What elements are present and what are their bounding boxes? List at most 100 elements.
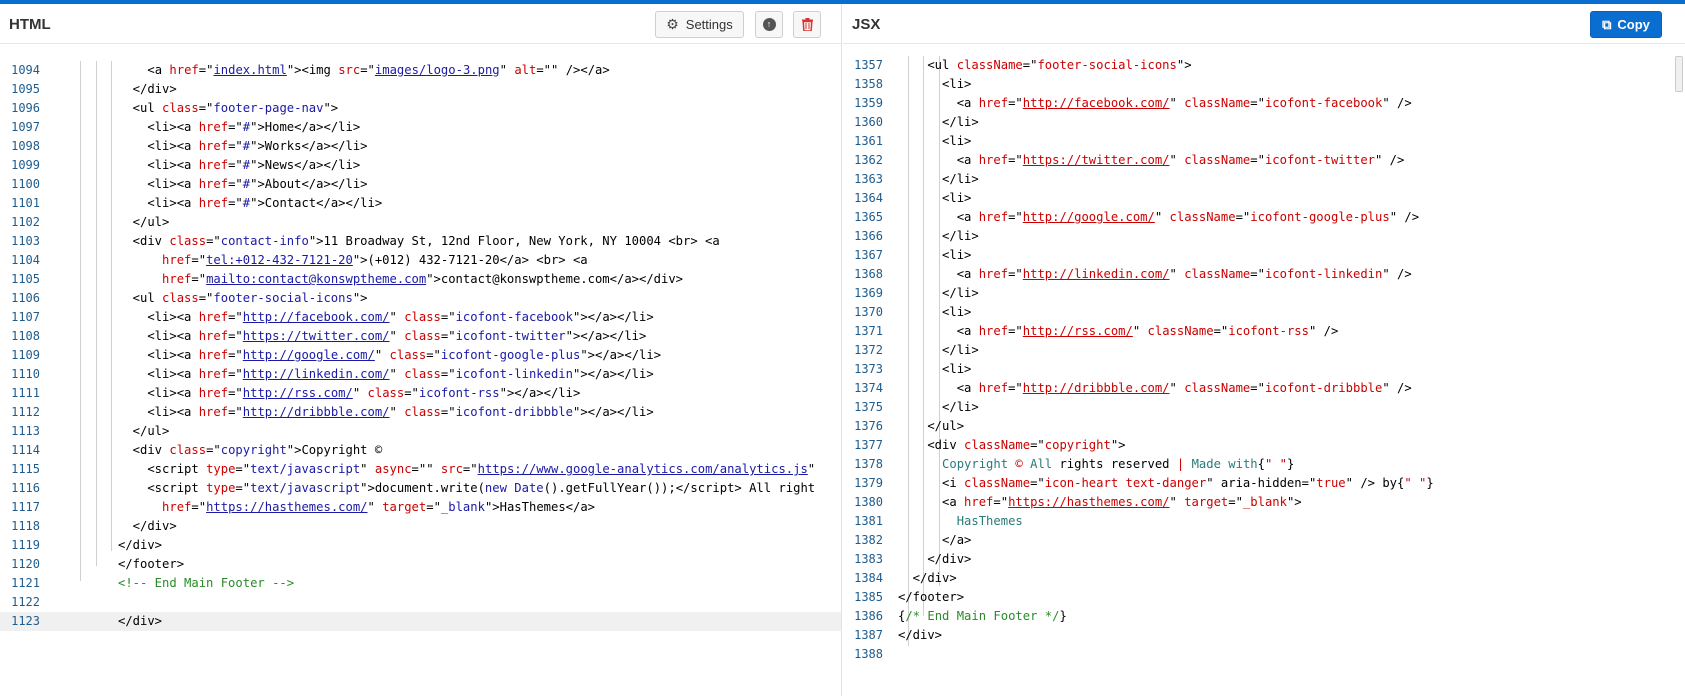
code-text: <a href="https://twitter.com/" className… [898,153,1405,167]
code-text: <ul class="footer-social-icons"> [118,291,368,305]
code-line[interactable]: 1378 Copyright © All rights reserved | M… [843,455,1685,474]
code-line[interactable]: 1359 <a href="http://facebook.com/" clas… [843,94,1685,113]
code-line[interactable]: 1380 <a href="https://hasthemes.com/" ta… [843,493,1685,512]
code-line[interactable]: 1366 </li> [843,227,1685,246]
code-line[interactable]: 1383 </div> [843,550,1685,569]
code-line[interactable]: 1118 </div> [0,517,841,536]
settings-button[interactable]: ⚙ Settings [655,11,744,38]
code-line[interactable]: 1106 <ul class="footer-social-icons"> [0,289,841,308]
code-line[interactable]: 1364 <li> [843,189,1685,208]
jsx-code-editor[interactable]: 1357 <ul className="footer-social-icons"… [843,56,1685,664]
code-line[interactable]: 1122 [0,593,841,612]
code-line[interactable]: 1360 </li> [843,113,1685,132]
code-line[interactable]: 1111 <li><a href="http://rss.com/" class… [0,384,841,403]
code-line[interactable]: 1117 href="https://hasthemes.com/" targe… [0,498,841,517]
code-line[interactable]: 1385 </footer> [843,588,1685,607]
code-line[interactable]: 1386 {/* End Main Footer */} [843,607,1685,626]
code-text: </footer> [118,557,185,571]
code-text: <!-- End Main Footer --> [118,576,295,590]
code-line[interactable]: 1387 </div> [843,626,1685,645]
code-text: <a href="http://dribbble.com/" className… [898,381,1412,395]
code-line[interactable]: 1123 </div> [0,612,841,631]
code-text: </div> [118,614,163,628]
code-text: </div> [118,82,177,96]
trash-icon [801,18,813,31]
code-text: <li> [898,191,972,205]
code-line[interactable]: 1096 <ul class="footer-page-nav"> [0,99,841,118]
code-line[interactable]: 1107 <li><a href="http://facebook.com/" … [0,308,841,327]
code-text: <a href="http://rss.com/" className="ico… [898,324,1339,338]
code-line[interactable]: 1369 </li> [843,284,1685,303]
code-line[interactable]: 1377 <div className="copyright"> [843,436,1685,455]
code-line[interactable]: 1368 <a href="http://linkedin.com/" clas… [843,265,1685,284]
upload-button[interactable]: ↑ [755,11,783,38]
code-line[interactable]: 1120 </footer> [0,555,841,574]
code-text: </li> [898,172,979,186]
code-line[interactable]: 1119 </div> [0,536,841,555]
code-line[interactable]: 1105 href="mailto:contact@konswptheme.co… [0,270,841,289]
code-line[interactable]: 1365 <a href="http://google.com/" classN… [843,208,1685,227]
line-number: 1387 [854,628,883,642]
line-number: 1380 [854,495,883,509]
code-line[interactable]: 1113 </ul> [0,422,841,441]
jsx-pane: JSX ⧉ Copy 1357 <ul className="footer-so… [843,4,1685,696]
code-line[interactable]: 1384 </div> [843,569,1685,588]
line-number: 1367 [854,248,883,262]
delete-button[interactable] [793,11,821,38]
code-line[interactable]: 1388 [843,645,1685,664]
code-line[interactable]: 1367 <li> [843,246,1685,265]
code-line[interactable]: 1108 <li><a href="https://twitter.com/" … [0,327,841,346]
line-number: 1106 [11,291,40,305]
code-line[interactable]: 1104 href="tel:+012-432-7121-20">(+012) … [0,251,841,270]
code-line[interactable]: 1381 HasThemes [843,512,1685,531]
line-number: 1122 [11,595,40,609]
html-code-editor[interactable]: 1094 <a href="index.html"><img src="imag… [0,61,841,631]
code-text: <a href="http://linkedin.com/" className… [898,267,1412,281]
code-line[interactable]: 1116 <script type="text/javascript">docu… [0,479,841,498]
code-line[interactable]: 1099 <li><a href="#">News</a></li> [0,156,841,175]
code-text: </li> [898,400,979,414]
code-line[interactable]: 1094 <a href="index.html"><img src="imag… [0,61,841,80]
line-number: 1110 [11,367,40,381]
code-line[interactable]: 1363 </li> [843,170,1685,189]
line-number: 1107 [11,310,40,324]
copy-button[interactable]: ⧉ Copy [1590,11,1662,38]
line-number: 1108 [11,329,40,343]
code-line[interactable]: 1097 <li><a href="#">Home</a></li> [0,118,841,137]
code-line[interactable]: 1361 <li> [843,132,1685,151]
line-number: 1109 [11,348,40,362]
code-line[interactable]: 1382 </a> [843,531,1685,550]
code-line[interactable]: 1371 <a href="http://rss.com/" className… [843,322,1685,341]
html-pane: HTML ⚙ Settings ↑ 1094 <a href="index.ht… [0,4,842,696]
code-text: <i className="icon-heart text-danger" ar… [898,476,1434,490]
code-line[interactable]: 1101 <li><a href="#">Contact</a></li> [0,194,841,213]
code-line[interactable]: 1098 <li><a href="#">Works</a></li> [0,137,841,156]
code-line[interactable]: 1358 <li> [843,75,1685,94]
code-text: <li><a href="http://linkedin.com/" class… [118,367,654,381]
code-line[interactable]: 1103 <div class="contact-info">11 Broadw… [0,232,841,251]
code-line[interactable]: 1374 <a href="http://dribbble.com/" clas… [843,379,1685,398]
code-line[interactable]: 1362 <a href="https://twitter.com/" clas… [843,151,1685,170]
code-line[interactable]: 1109 <li><a href="http://google.com/" cl… [0,346,841,365]
line-number: 1359 [854,96,883,110]
code-line[interactable]: 1112 <li><a href="http://dribbble.com/" … [0,403,841,422]
code-line[interactable]: 1110 <li><a href="http://linkedin.com/" … [0,365,841,384]
code-line[interactable]: 1372 </li> [843,341,1685,360]
code-line[interactable]: 1095 </div> [0,80,841,99]
code-line[interactable]: 1115 <script type="text/javascript" asyn… [0,460,841,479]
code-line[interactable]: 1357 <ul className="footer-social-icons"… [843,56,1685,75]
code-text: <div class="copyright">Copyright © [118,443,383,457]
code-line[interactable]: 1370 <li> [843,303,1685,322]
code-line[interactable]: 1121 <!-- End Main Footer --> [0,574,841,593]
code-line[interactable]: 1100 <li><a href="#">About</a></li> [0,175,841,194]
code-line[interactable]: 1379 <i className="icon-heart text-dange… [843,474,1685,493]
code-line[interactable]: 1102 </ul> [0,213,841,232]
line-number: 1377 [854,438,883,452]
code-text: </li> [898,286,979,300]
line-number: 1123 [11,614,40,628]
code-line[interactable]: 1376 </ul> [843,417,1685,436]
code-text: </div> [118,519,177,533]
code-line[interactable]: 1375 </li> [843,398,1685,417]
code-line[interactable]: 1373 <li> [843,360,1685,379]
code-line[interactable]: 1114 <div class="copyright">Copyright © [0,441,841,460]
